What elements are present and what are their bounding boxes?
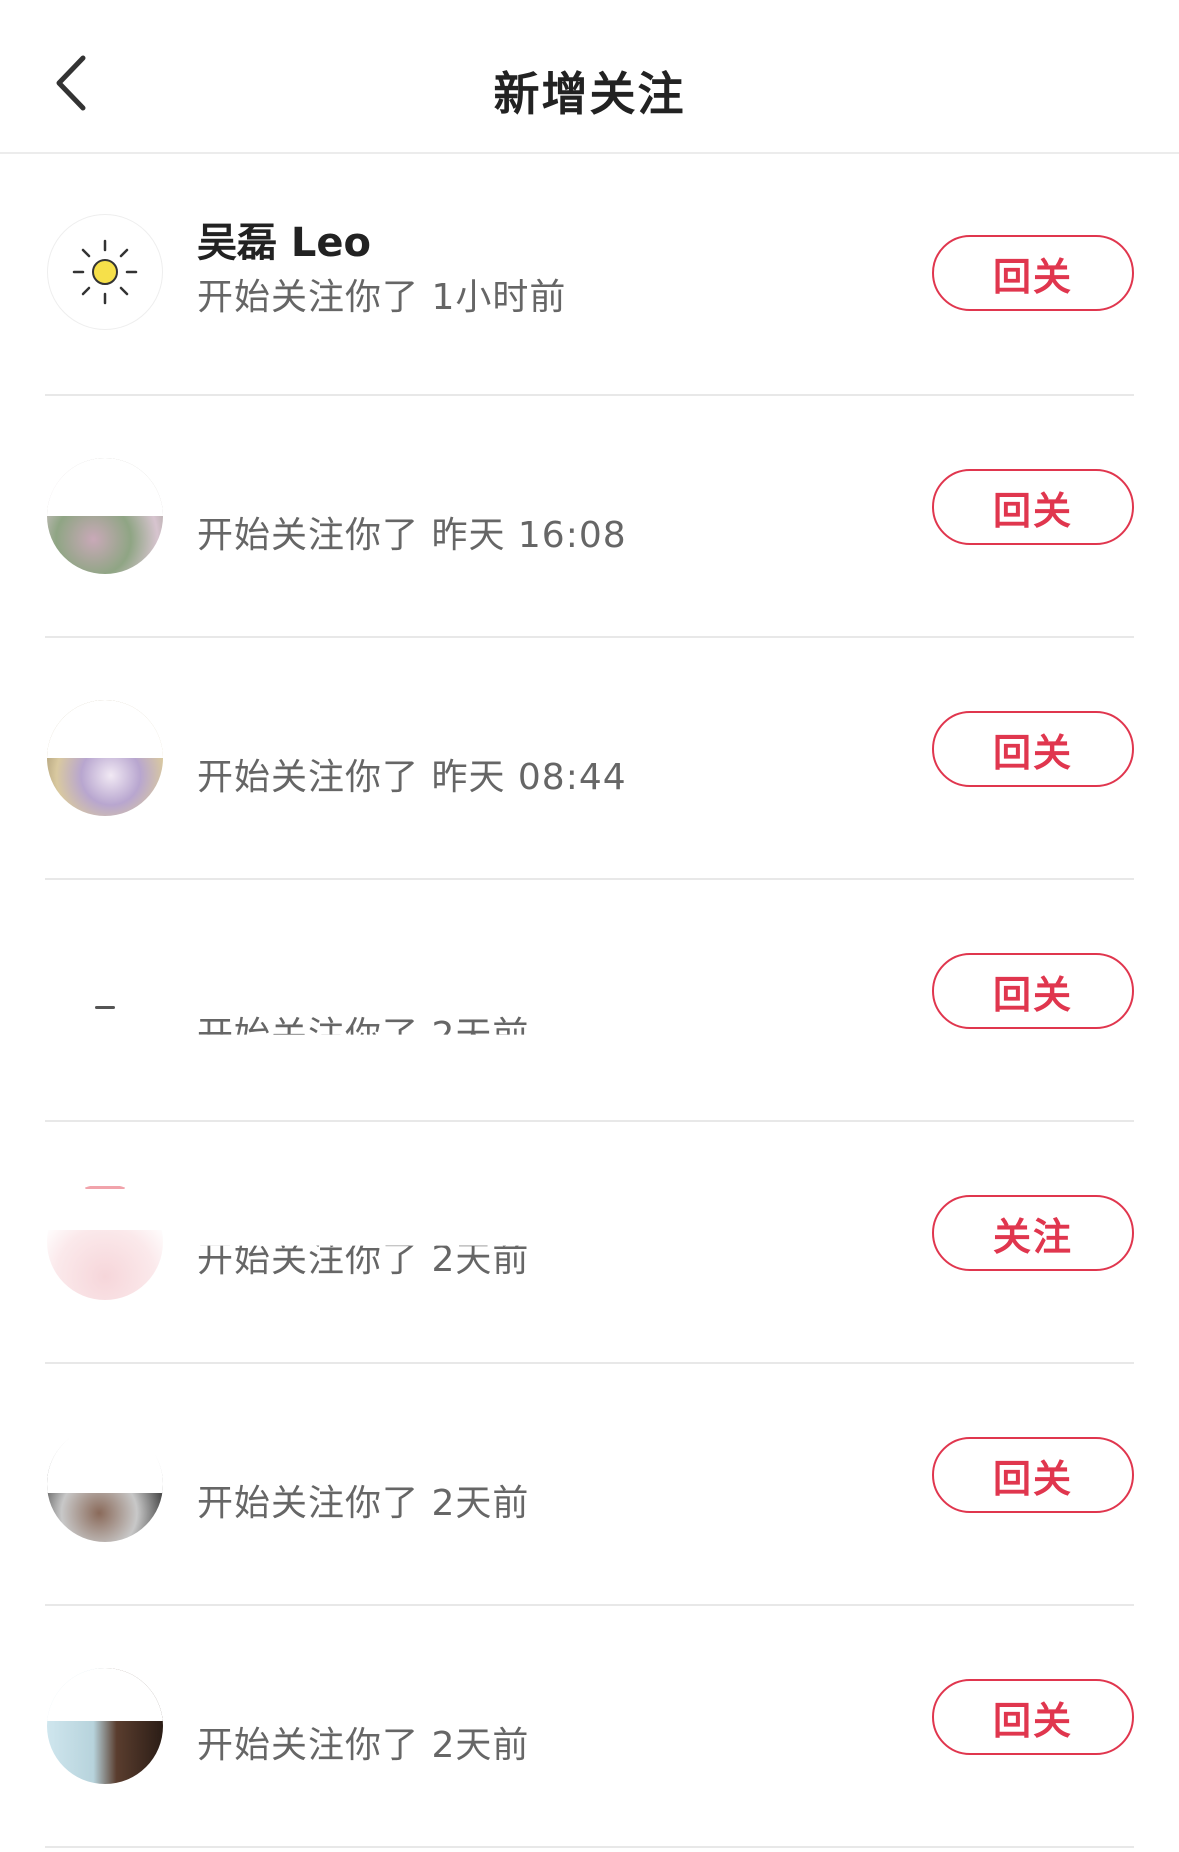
follow-back-button[interactable]: 回关	[932, 711, 1134, 787]
follow-back-button[interactable]: 回关	[932, 1437, 1134, 1513]
user-name[interactable]: 吴磊 Leo	[197, 210, 371, 268]
avatar[interactable]	[47, 1184, 163, 1300]
sun-icon	[72, 239, 138, 305]
list-item[interactable]: 吴磊 Leo 开始关注你了 1小时前 回关	[45, 154, 1134, 396]
follow-status: 开始关注你了 2天前	[197, 1015, 530, 1056]
avatar[interactable]	[47, 214, 163, 330]
follow-status: 开始关注你了 1小时前	[197, 277, 567, 318]
avatar[interactable]	[47, 942, 163, 1058]
avatar[interactable]	[47, 1668, 163, 1784]
avatar[interactable]	[47, 458, 163, 574]
follow-status: 开始关注你了 2天前	[197, 1725, 530, 1766]
list-item[interactable]: 开始关注你了 2天前 关注	[45, 1122, 1134, 1364]
follow-back-button[interactable]: 回关	[932, 953, 1134, 1029]
avatar[interactable]	[47, 1426, 163, 1542]
follow-back-button[interactable]: 回关	[932, 235, 1134, 311]
list-item[interactable]: 开始关注你了 2天前 回关	[45, 1606, 1134, 1848]
follow-button[interactable]: 关注	[932, 1195, 1134, 1271]
follow-status: 开始关注你了 昨天 16:08	[197, 515, 627, 556]
list-item[interactable]: 开始关注你了 昨天 16:08 回关	[45, 396, 1134, 638]
list-item[interactable]: 开始关注你了 2天前 回关	[45, 880, 1134, 1122]
follow-status: 开始关注你了 2天前	[197, 1483, 530, 1524]
follow-status: 开始关注你了 昨天 08:44	[197, 757, 627, 798]
follow-back-button[interactable]: 回关	[932, 1679, 1134, 1755]
avatar[interactable]	[47, 700, 163, 816]
list-item[interactable]: 开始关注你了 2天前 回关	[45, 1364, 1134, 1606]
nav-bar: 新增关注	[0, 0, 1179, 154]
follow-status: 开始关注你了 2天前	[197, 1239, 530, 1280]
list-item[interactable]: 开始关注你了 昨天 08:44 回关	[45, 638, 1134, 880]
page-title: 新增关注	[493, 67, 686, 121]
follow-back-button[interactable]: 回关	[932, 469, 1134, 545]
